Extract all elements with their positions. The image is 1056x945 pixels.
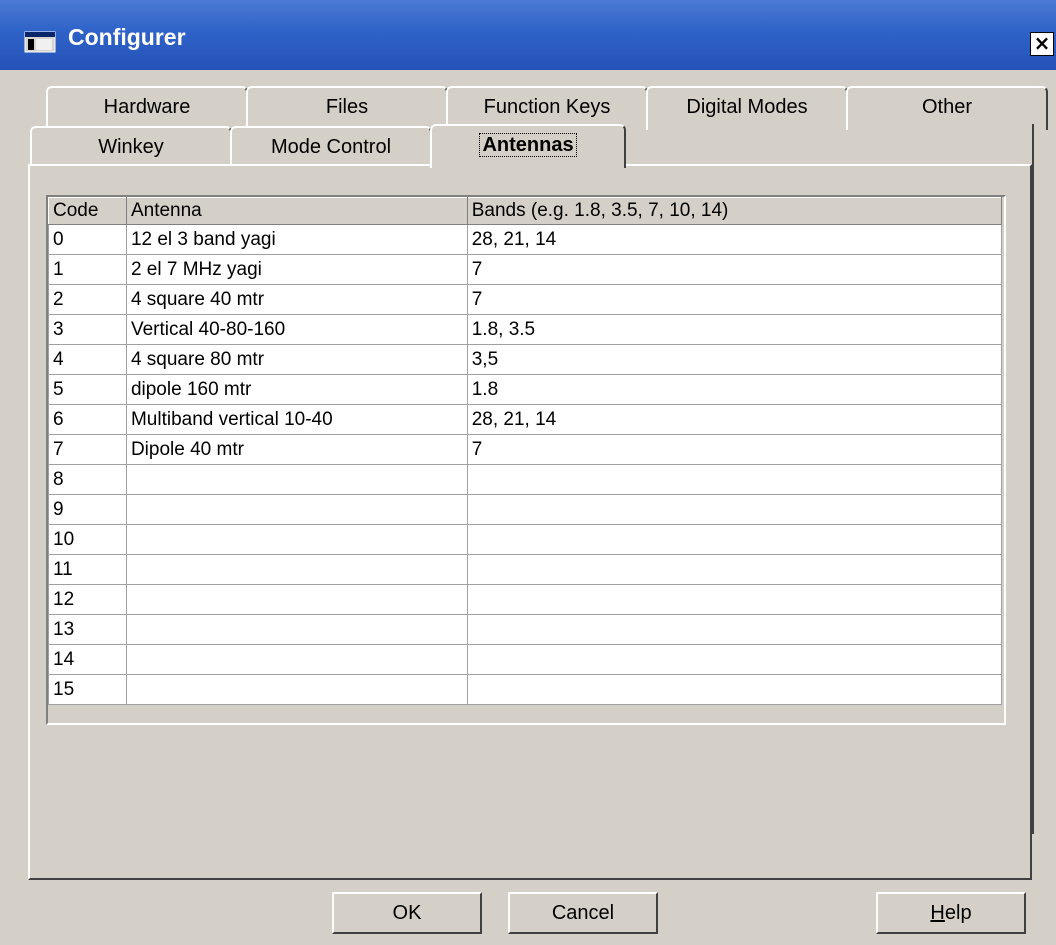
tab-antennas[interactable]: Antennas (430, 124, 626, 168)
cell-code[interactable]: 3 (48, 314, 127, 345)
cell-code[interactable]: 14 (48, 644, 127, 675)
cell-antenna[interactable]: 4 square 40 mtr (125, 284, 468, 315)
cell-code[interactable]: 6 (48, 404, 127, 435)
cell-antenna[interactable]: Vertical 40-80-160 (125, 314, 468, 345)
cell-bands[interactable] (466, 614, 1003, 645)
close-button[interactable]: × (1030, 32, 1054, 56)
tab-label: Files (325, 96, 369, 118)
cell-antenna[interactable] (125, 524, 468, 555)
cell-code[interactable]: 11 (48, 554, 127, 585)
table-row[interactable]: 11 (48, 554, 1003, 585)
cell-code[interactable]: 0 (48, 224, 127, 255)
tab-label: Mode Control (270, 136, 392, 158)
tab-label: Winkey (98, 136, 164, 158)
window-title: Configurer (68, 24, 186, 50)
cell-bands[interactable] (466, 554, 1003, 585)
table-row[interactable]: 15 (48, 674, 1003, 705)
tab-label: Hardware (103, 96, 191, 118)
antenna-table: Code Antenna Bands (e.g. 1.8, 3.5, 7, 10… (48, 197, 1003, 705)
help-button[interactable]: Help (876, 892, 1026, 934)
table-row[interactable]: 6 Multiband vertical 10-40 28, 21, 14 (48, 404, 1003, 435)
cell-antenna[interactable]: Dipole 40 mtr (125, 434, 468, 465)
cell-bands[interactable] (466, 674, 1003, 705)
table-row[interactable]: 24 square 40 mtr 7 (48, 284, 1003, 315)
cell-code[interactable]: 9 (48, 494, 127, 525)
cancel-label: Cancel (551, 902, 615, 924)
column-header-code[interactable]: Code (48, 197, 127, 225)
cell-bands[interactable]: 28, 21, 14 (466, 224, 1003, 255)
cell-code[interactable]: 1 (48, 254, 127, 285)
cell-antenna[interactable]: Multiband vertical 10-40 (125, 404, 468, 435)
cell-antenna[interactable]: 2 el 7 MHz yagi (125, 254, 468, 285)
table-row[interactable]: 8 (48, 464, 1003, 495)
help-label: Help (930, 902, 972, 924)
title-bar: Configurer × (0, 0, 1056, 70)
cell-code[interactable]: 12 (48, 584, 127, 615)
table-row[interactable]: 0 12 el 3 band yagi 28, 21, 14 (48, 224, 1003, 255)
cell-bands[interactable] (466, 584, 1003, 615)
cell-bands[interactable]: 28, 21, 14 (466, 404, 1003, 435)
header-row: Code Antenna Bands (e.g. 1.8, 3.5, 7, 10… (48, 197, 1003, 225)
cell-code[interactable]: 4 (48, 344, 127, 375)
cell-antenna[interactable]: 4 square 80 mtr (125, 344, 468, 375)
cell-antenna[interactable] (125, 464, 468, 495)
table-row[interactable]: 5 dipole 160 mtr 1.8 (48, 374, 1003, 405)
cell-code[interactable]: 13 (48, 614, 127, 645)
cell-antenna[interactable] (125, 614, 468, 645)
cell-antenna[interactable] (125, 644, 468, 675)
tab-label: Digital Modes (686, 96, 808, 118)
tab-winkey[interactable]: Winkey (30, 126, 232, 168)
cell-code[interactable]: 10 (48, 524, 127, 555)
cell-bands[interactable] (466, 644, 1003, 675)
ok-button[interactable]: OK (332, 892, 482, 934)
cell-bands[interactable] (466, 464, 1003, 495)
app-icon (24, 31, 56, 53)
table-row[interactable]: 12 (48, 584, 1003, 615)
cell-bands[interactable] (466, 494, 1003, 525)
cell-antenna[interactable]: dipole 160 mtr (125, 374, 468, 405)
cell-antenna[interactable]: 12 el 3 band yagi (125, 224, 468, 255)
column-header-bands[interactable]: Bands (e.g. 1.8, 3.5, 7, 10, 14) (466, 197, 1003, 225)
cell-antenna[interactable] (125, 674, 468, 705)
tab-label: Antennas (479, 133, 577, 157)
cell-code[interactable]: 2 (48, 284, 127, 315)
table-row[interactable]: 7 Dipole 40 mtr 7 (48, 434, 1003, 465)
table-row[interactable]: 44 square 80 mtr 3,5 (48, 344, 1003, 375)
cell-code[interactable]: 8 (48, 464, 127, 495)
close-icon: × (1033, 31, 1051, 55)
table-row[interactable]: 3 Vertical 40-80-160 1.8, 3.5 (48, 314, 1003, 345)
cell-code[interactable]: 15 (48, 674, 127, 705)
cell-bands[interactable] (466, 524, 1003, 555)
tab-label: Function Keys (483, 96, 611, 118)
ok-label: OK (392, 902, 422, 924)
cell-bands[interactable]: 7 (466, 254, 1003, 285)
table-row[interactable]: 12 el 7 MHz yagi 7 (48, 254, 1003, 285)
cell-bands[interactable]: 1.8 (466, 374, 1003, 405)
table-row[interactable]: 9 (48, 494, 1003, 525)
table-row[interactable]: 14 (48, 644, 1003, 675)
table-row[interactable]: 13 (48, 614, 1003, 645)
cell-antenna[interactable] (125, 554, 468, 585)
tab-label: Other (921, 96, 973, 118)
cell-bands[interactable]: 3,5 (466, 344, 1003, 375)
column-header-antenna[interactable]: Antenna (125, 197, 468, 225)
cancel-button[interactable]: Cancel (508, 892, 658, 934)
cell-antenna[interactable] (125, 584, 468, 615)
tab-mode-control[interactable]: Mode Control (230, 126, 432, 168)
cell-antenna[interactable] (125, 494, 468, 525)
cell-bands[interactable]: 1.8, 3.5 (466, 314, 1003, 345)
cell-code[interactable]: 5 (48, 374, 127, 405)
table-row[interactable]: 10 (48, 524, 1003, 555)
antenna-grid[interactable]: Code Antenna Bands (e.g. 1.8, 3.5, 7, 10… (46, 195, 1006, 725)
cell-bands[interactable]: 7 (466, 284, 1003, 315)
cell-bands[interactable]: 7 (466, 434, 1003, 465)
cell-code[interactable]: 7 (48, 434, 127, 465)
